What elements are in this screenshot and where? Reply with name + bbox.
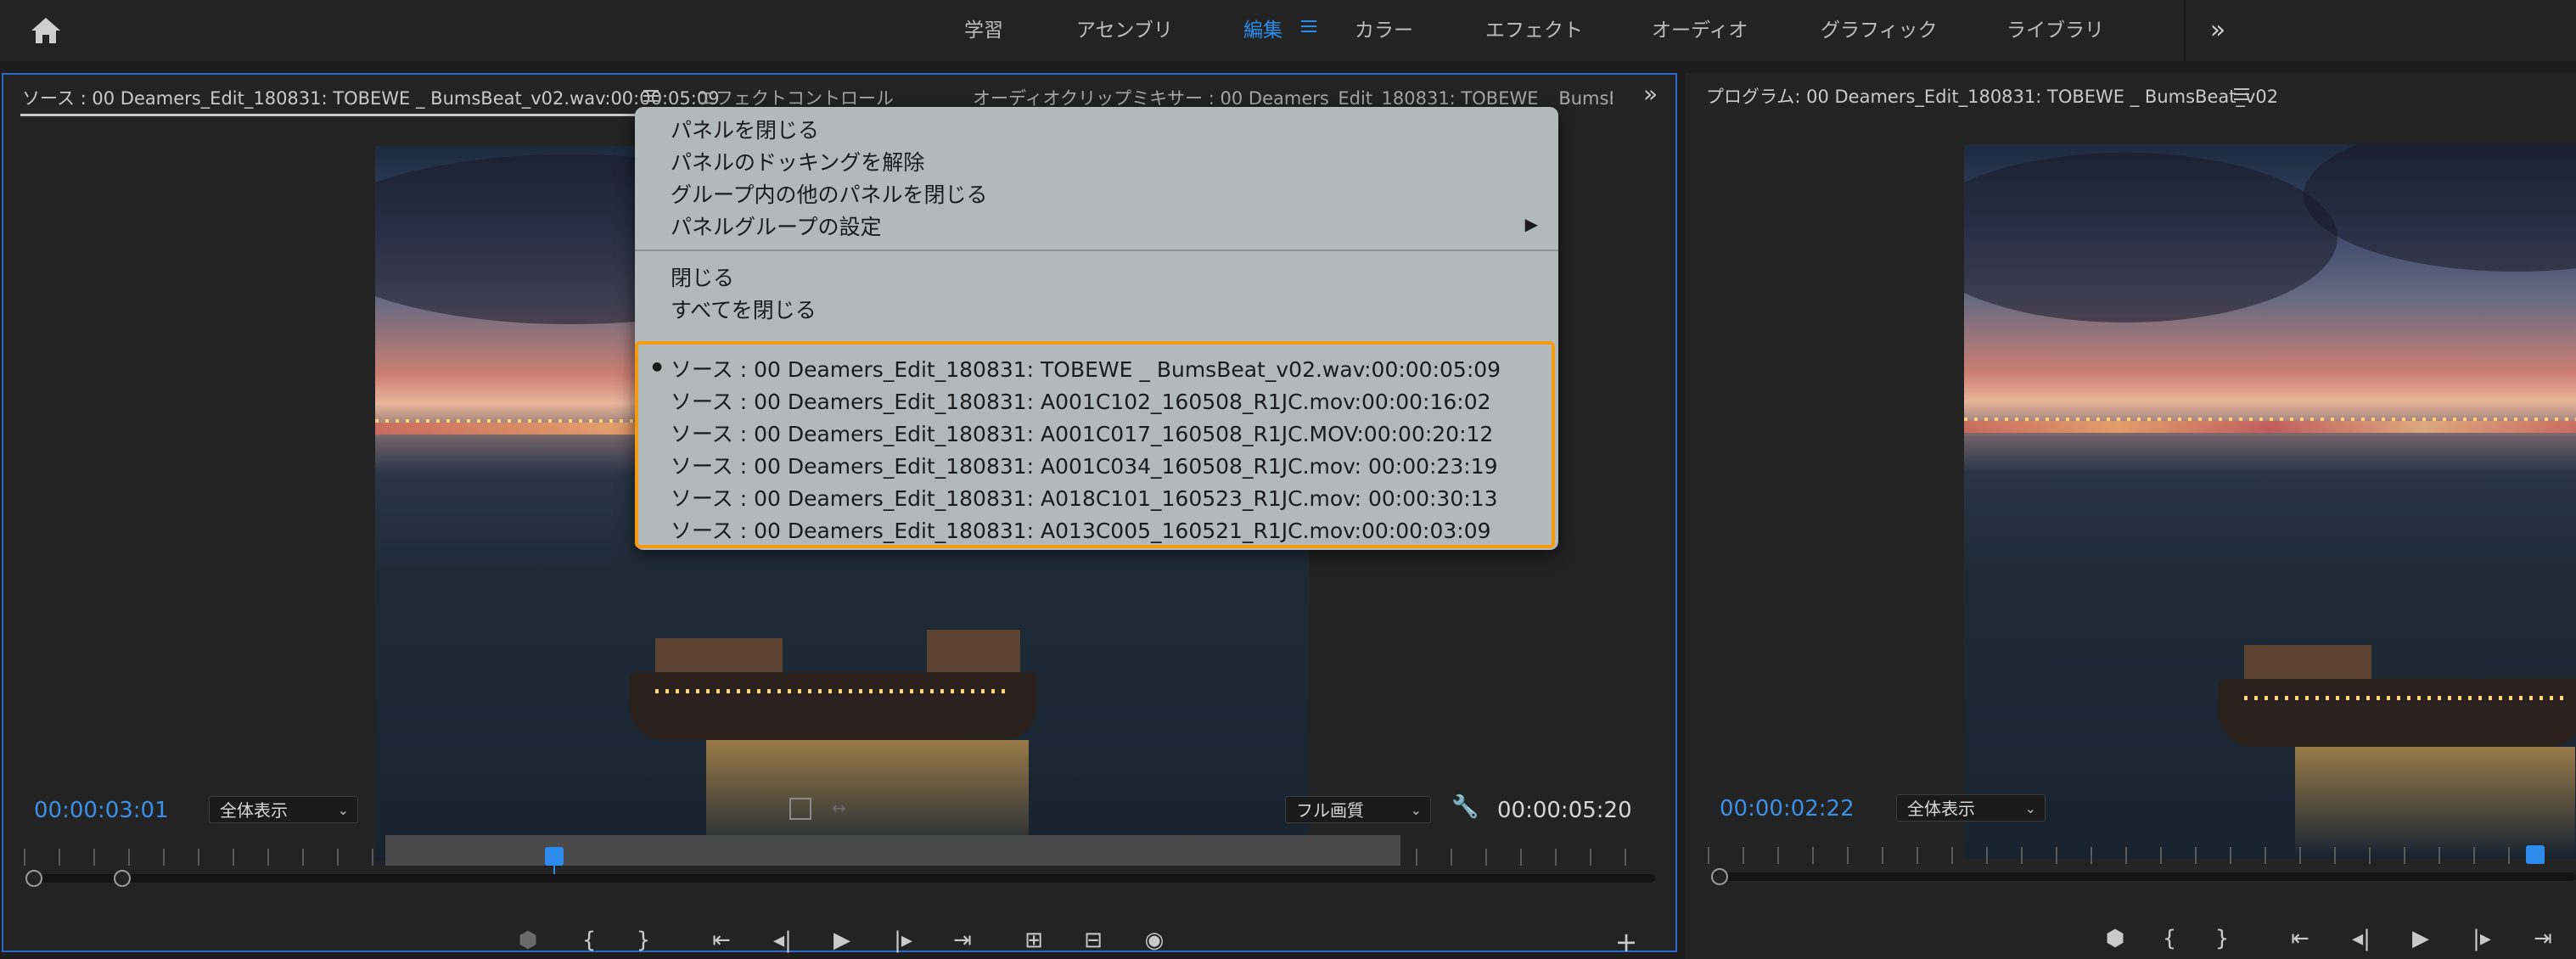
go-to-out-icon[interactable]: ⇥ [2526, 922, 2560, 956]
play-icon[interactable]: ▶ [825, 923, 859, 957]
step-back-icon[interactable]: ◂| [2344, 922, 2378, 956]
safe-margins-icon[interactable] [789, 798, 811, 820]
menu-item-panel-group-settings[interactable]: パネルグループの設定 [671, 210, 882, 241]
menu-item-close-panel[interactable]: パネルを閉じる [671, 114, 819, 144]
panel-context-menu: パネルを閉じる パネルのドッキングを解除 グループ内の他のパネルを閉じる パネル… [635, 107, 1558, 550]
mark-out-icon[interactable]: } [626, 923, 660, 957]
playback-quality-select[interactable]: フル画質 ⌄ [1285, 796, 1431, 823]
source-fit-select[interactable]: 全体表示 ⌄ [209, 796, 358, 823]
workspace-bar: 学習 アセンブリ 編集 カラー エフェクト オーディオ グラフィック ライブラリ… [0, 0, 2576, 61]
source-clip-list: ● ソース : 00 Deamers_Edit_180831: TOBEWE _… [635, 341, 1555, 548]
source-clip-item[interactable]: ソース : 00 Deamers_Edit_180831: A013C005_1… [671, 514, 1491, 545]
step-back-icon[interactable]: ◂| [766, 923, 800, 957]
menu-item-undock-panel[interactable]: パネルのドッキングを解除 [671, 146, 924, 177]
workspace-tab-effects[interactable]: エフェクト [1485, 10, 1583, 51]
drag-audio-icon[interactable]: ↔ [832, 798, 846, 818]
go-to-out-icon[interactable]: ⇥ [946, 923, 979, 957]
program-current-timecode[interactable]: 00:00:02:22 [1720, 796, 1855, 822]
insert-icon[interactable]: ⊞ [1017, 923, 1051, 957]
panel-menu-icon[interactable] [643, 90, 659, 102]
chevron-down-icon: ⌄ [2024, 800, 2036, 816]
panel-overflow-button[interactable]: » [1643, 80, 1658, 108]
fit-select-value: 全体表示 [1907, 799, 1975, 819]
marker-icon[interactable]: ⬢ [511, 923, 545, 957]
workspace-menu-icon[interactable] [1301, 20, 1316, 32]
in-out-range[interactable] [385, 835, 1400, 866]
marker-icon[interactable]: ⬢ [2098, 922, 2132, 956]
program-fit-select[interactable]: 全体表示 ⌄ [1896, 794, 2046, 822]
menu-separator [635, 250, 1558, 251]
go-to-in-icon[interactable]: ⇤ [704, 923, 738, 957]
source-clip-item[interactable]: ソース : 00 Deamers_Edit_180831: TOBEWE _ B… [671, 353, 1501, 384]
program-time-ruler[interactable] [1708, 847, 2576, 864]
workspace-tab-libraries[interactable]: ライブラリ [2006, 10, 2104, 51]
program-monitor-panel: プログラム: 00 Deamers_Edit_180831: TOBEWE _ … [1686, 73, 2576, 959]
go-to-in-icon[interactable]: ⇤ [2283, 922, 2317, 956]
tab-program[interactable]: プログラム: 00 Deamers_Edit_180831: TOBEWE _ … [1706, 83, 2278, 109]
chevron-down-icon: ⌄ [337, 802, 349, 818]
active-tab-indicator [20, 114, 635, 116]
source-clip-item[interactable]: ソース : 00 Deamers_Edit_180831: A001C102_1… [671, 385, 1491, 416]
workspace-tab-audio[interactable]: オーディオ [1652, 10, 1748, 51]
playhead[interactable] [2526, 845, 2545, 864]
camera-icon[interactable]: ◉ [1137, 923, 1171, 957]
workspace-tab-assembly[interactable]: アセンブリ [1076, 10, 1173, 51]
zoom-handle-left[interactable] [25, 870, 42, 887]
selected-bullet-icon: ● [652, 360, 663, 373]
tab-source[interactable]: ソース : 00 Deamers_Edit_180831: TOBEWE _ B… [22, 85, 720, 110]
wrench-icon[interactable]: 🔧 [1451, 794, 1479, 820]
source-clip-item[interactable]: ソース : 00 Deamers_Edit_180831: A001C017_1… [671, 418, 1493, 448]
source-clip-item[interactable]: ソース : 00 Deamers_Edit_180831: A001C034_1… [671, 450, 1497, 480]
program-video-frame [1964, 144, 2576, 859]
submenu-arrow-icon: ▶ [1524, 214, 1538, 234]
divider [2184, 0, 2186, 61]
workspace-tab-graphics[interactable]: グラフィック [1821, 10, 1938, 51]
play-icon[interactable]: ▶ [2404, 922, 2438, 956]
zoom-scroll-track[interactable] [1716, 872, 2576, 881]
menu-item-close[interactable]: 閉じる [671, 261, 734, 292]
zoom-scroll-track[interactable] [29, 874, 1655, 883]
panel-menu-icon[interactable] [2234, 88, 2249, 100]
step-forward-icon[interactable]: |▸ [2465, 922, 2499, 956]
menu-item-close-all[interactable]: すべてを閉じる [671, 294, 817, 324]
workspace-tab-color[interactable]: カラー [1355, 10, 1413, 51]
chevron-down-icon: ⌄ [1410, 802, 1422, 818]
source-current-timecode[interactable]: 00:00:03:01 [34, 798, 169, 823]
quality-select-value: フル画質 [1296, 800, 1364, 821]
home-icon [31, 18, 60, 43]
button-editor-button[interactable]: + [1609, 925, 1643, 959]
mark-in-icon[interactable]: { [572, 923, 606, 957]
mark-in-icon[interactable]: { [2152, 922, 2186, 956]
fit-select-value: 全体表示 [220, 800, 288, 821]
home-button[interactable] [24, 14, 68, 48]
workspace-tab-learn[interactable]: 学習 [964, 10, 1003, 51]
zoom-handle-left[interactable] [1711, 868, 1728, 885]
source-duration-timecode: 00:00:05:20 [1497, 798, 1632, 823]
workspace-tab-editing[interactable]: 編集 [1243, 10, 1282, 51]
more-workspaces-button[interactable]: » [2197, 10, 2239, 51]
source-clip-item[interactable]: ソース : 00 Deamers_Edit_180831: A018C101_1… [671, 482, 1497, 513]
step-forward-icon[interactable]: |▸ [886, 923, 920, 957]
overwrite-icon[interactable]: ⊟ [1076, 923, 1110, 957]
mark-out-icon[interactable]: } [2205, 922, 2239, 956]
playhead-line [553, 866, 555, 874]
playhead[interactable] [545, 847, 564, 866]
zoom-handle-right[interactable] [114, 870, 131, 887]
menu-item-close-other-panels[interactable]: グループ内の他のパネルを閉じる [671, 178, 988, 209]
